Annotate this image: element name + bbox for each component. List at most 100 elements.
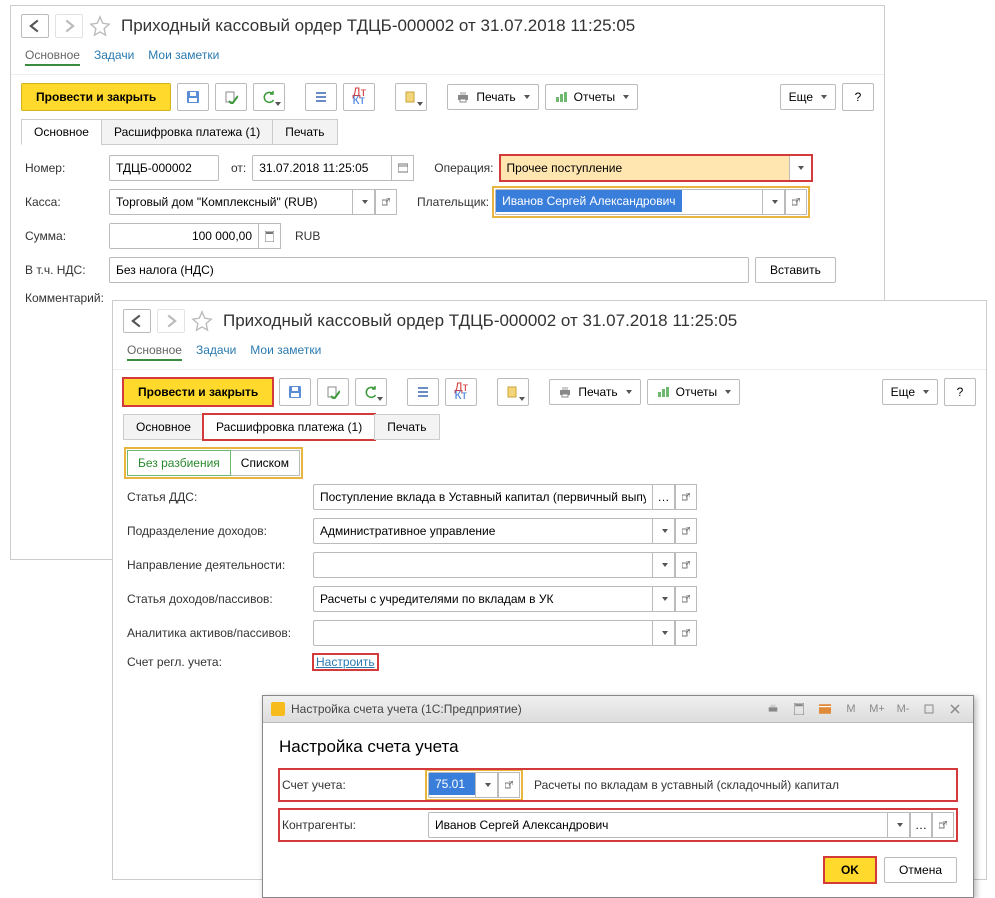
nav-back-button[interactable] <box>123 309 151 333</box>
chevron-down-icon[interactable] <box>653 518 675 544</box>
save-icon[interactable] <box>279 378 311 406</box>
save-icon[interactable] <box>177 83 209 111</box>
chevron-down-icon[interactable] <box>476 772 498 798</box>
favorite-star-icon[interactable] <box>89 15 111 37</box>
tab-print[interactable]: Печать <box>272 119 337 145</box>
help-button[interactable]: ? <box>842 83 874 111</box>
nav-forward-button[interactable] <box>157 309 185 333</box>
dtkt-icon[interactable]: ДтКт <box>445 378 477 406</box>
dds-input[interactable] <box>313 484 653 510</box>
acc-label: Счет регл. учета: <box>127 655 307 669</box>
open-icon[interactable] <box>498 772 520 798</box>
calculator-icon[interactable] <box>259 223 281 249</box>
open-icon[interactable] <box>675 552 697 578</box>
list-icon[interactable] <box>407 378 439 406</box>
tab-split[interactable]: Расшифровка платежа (1) <box>101 119 273 145</box>
post-and-close-button[interactable]: Провести и закрыть <box>21 83 171 111</box>
post-and-close-button[interactable]: Провести и закрыть <box>123 378 273 406</box>
dep-input[interactable] <box>313 518 653 544</box>
refresh-icon[interactable] <box>253 83 285 111</box>
print-icon[interactable] <box>763 700 783 718</box>
open-icon[interactable] <box>675 484 697 510</box>
help-button[interactable]: ? <box>944 378 976 406</box>
contr-input[interactable] <box>428 812 888 838</box>
inc-input[interactable] <box>313 586 653 612</box>
chevron-down-icon[interactable] <box>763 189 785 215</box>
chevron-down-icon[interactable] <box>653 586 675 612</box>
ok-button[interactable]: OK <box>824 857 876 883</box>
nav-main[interactable]: Основное <box>25 46 80 66</box>
post-icon[interactable] <box>317 378 349 406</box>
account-input[interactable]: 75.01 <box>429 773 475 795</box>
account-label: Счет учета: <box>282 778 422 792</box>
inc-label: Статья доходов/пассивов: <box>127 592 307 606</box>
vat-input[interactable] <box>109 257 749 283</box>
attach-icon[interactable] <box>395 83 427 111</box>
tab-main[interactable]: Основное <box>21 119 102 145</box>
insert-button[interactable]: Вставить <box>755 257 836 283</box>
cancel-button[interactable]: Отмена <box>884 857 957 883</box>
refresh-icon[interactable] <box>355 378 387 406</box>
open-icon[interactable] <box>675 620 697 646</box>
calendar-icon[interactable] <box>392 155 414 181</box>
nav-notes[interactable]: Мои заметки <box>148 46 219 66</box>
chevron-down-icon[interactable] <box>888 812 910 838</box>
ana-input[interactable] <box>313 620 653 646</box>
dir-input[interactable] <box>313 552 653 578</box>
calendar-icon[interactable] <box>815 700 835 718</box>
tab-split[interactable]: Расшифровка платежа (1) <box>203 414 375 440</box>
minimize-icon[interactable] <box>919 700 939 718</box>
kassa-input[interactable] <box>109 189 353 215</box>
open-icon[interactable] <box>375 189 397 215</box>
ellipsis-icon[interactable]: … <box>653 484 675 510</box>
chevron-down-icon[interactable] <box>653 552 675 578</box>
dialog-window-title: Настройка счета учета (1С:Предприятие) <box>291 702 757 716</box>
nav-back-button[interactable] <box>21 14 49 38</box>
chevron-down-icon[interactable] <box>790 155 812 181</box>
dtkt-icon[interactable]: ДтКт <box>343 83 375 111</box>
more-button[interactable]: Еще <box>882 379 938 405</box>
print-button[interactable]: Печать <box>549 379 640 405</box>
list-icon[interactable] <box>305 83 337 111</box>
tab-main[interactable]: Основное <box>123 414 204 440</box>
post-icon[interactable] <box>215 83 247 111</box>
open-icon[interactable] <box>675 586 697 612</box>
chevron-down-icon[interactable] <box>653 620 675 646</box>
open-icon[interactable] <box>675 518 697 544</box>
nav-forward-button[interactable] <box>55 14 83 38</box>
app-1c-icon <box>271 702 285 716</box>
chevron-down-icon[interactable] <box>353 189 375 215</box>
from-label: от: <box>231 161 246 175</box>
number-input[interactable] <box>109 155 219 181</box>
print-button[interactable]: Печать <box>447 84 538 110</box>
tab-print[interactable]: Печать <box>374 414 439 440</box>
calc-icon[interactable] <box>789 700 809 718</box>
nav-notes[interactable]: Мои заметки <box>250 341 321 361</box>
mem-m[interactable]: M <box>841 700 861 718</box>
operation-select[interactable] <box>500 155 790 181</box>
more-button[interactable]: Еще <box>780 84 836 110</box>
mem-mplus[interactable]: M+ <box>867 700 887 718</box>
attach-icon[interactable] <box>497 378 529 406</box>
account-description: Расчеты по вкладам в уставный (складочны… <box>534 778 839 792</box>
seg-list[interactable]: Списком <box>231 450 300 476</box>
nav-tasks[interactable]: Задачи <box>196 341 236 361</box>
date-input[interactable] <box>252 155 392 181</box>
payer-input[interactable]: Иванов Сергей Александрович <box>496 190 681 212</box>
reports-button[interactable]: Отчеты <box>545 84 638 110</box>
nav-main[interactable]: Основное <box>127 341 182 361</box>
reports-button[interactable]: Отчеты <box>647 379 740 405</box>
open-icon[interactable] <box>785 189 807 215</box>
favorite-star-icon[interactable] <box>191 310 213 332</box>
nav-tasks[interactable]: Задачи <box>94 46 134 66</box>
comment-label: Комментарий: <box>25 291 115 305</box>
ellipsis-icon[interactable]: … <box>910 812 932 838</box>
dir-label: Направление деятельности: <box>127 558 307 572</box>
dds-label: Статья ДДС: <box>127 490 307 504</box>
mem-mminus[interactable]: M- <box>893 700 913 718</box>
configure-account-link[interactable]: Настроить <box>313 654 378 670</box>
close-icon[interactable] <box>945 700 965 718</box>
open-icon[interactable] <box>932 812 954 838</box>
seg-no-split[interactable]: Без разбиения <box>127 450 231 476</box>
sum-input[interactable] <box>109 223 259 249</box>
